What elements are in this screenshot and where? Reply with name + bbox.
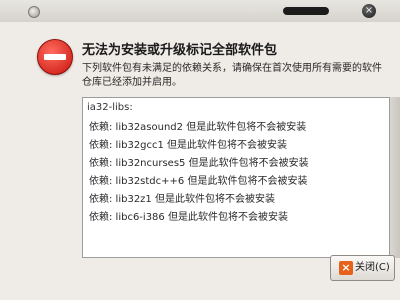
close-x-icon: × xyxy=(339,261,353,275)
list-item: 依赖: lib32asound2 但是此软件包将不会被安装 xyxy=(89,122,307,133)
list-items: 依赖: lib32asound2 但是此软件包将不会被安装 依赖: lib32g… xyxy=(89,119,309,227)
error-dialog: 无法为安装或升级标记全部软件包 下列软件包有未满足的依赖关系，请确保在首次使用所… xyxy=(0,22,400,300)
list-header: ia32-libs: xyxy=(87,102,133,113)
list-item: 依赖: lib32stdc++6 但是此软件包将不会被安装 xyxy=(89,176,308,187)
dialog-headline: 无法为安装或升级标记全部软件包 xyxy=(82,43,278,58)
list-scrollbar[interactable] xyxy=(390,97,400,258)
list-item: 依赖: lib32gcc1 但是此软件包将不会被安装 xyxy=(89,140,288,151)
list-item: 依赖: lib32z1 但是此软件包将不会被安装 xyxy=(89,194,275,205)
window-close-icon[interactable]: × xyxy=(362,4,376,18)
window-menu-icon[interactable] xyxy=(28,6,40,18)
dialog-message: 下列软件包有未满足的依赖关系，请确保在首次使用所有需要的软件仓库已经添加并启用。 xyxy=(82,63,382,88)
error-icon xyxy=(37,39,73,75)
close-button-label: 关闭(C) xyxy=(355,262,390,273)
error-icon-bar xyxy=(44,54,66,60)
close-button[interactable]: × 关闭(C) xyxy=(330,255,395,281)
window-title xyxy=(283,7,329,15)
window-titlebar: × xyxy=(0,0,400,23)
list-item: 依赖: lib32ncurses5 但是此软件包将不会被安装 xyxy=(89,158,309,169)
dependency-list[interactable]: ia32-libs: 依赖: lib32asound2 但是此软件包将不会被安装… xyxy=(82,97,390,258)
list-item: 依赖: libc6-i386 但是此软件包将不会被安装 xyxy=(89,212,288,223)
